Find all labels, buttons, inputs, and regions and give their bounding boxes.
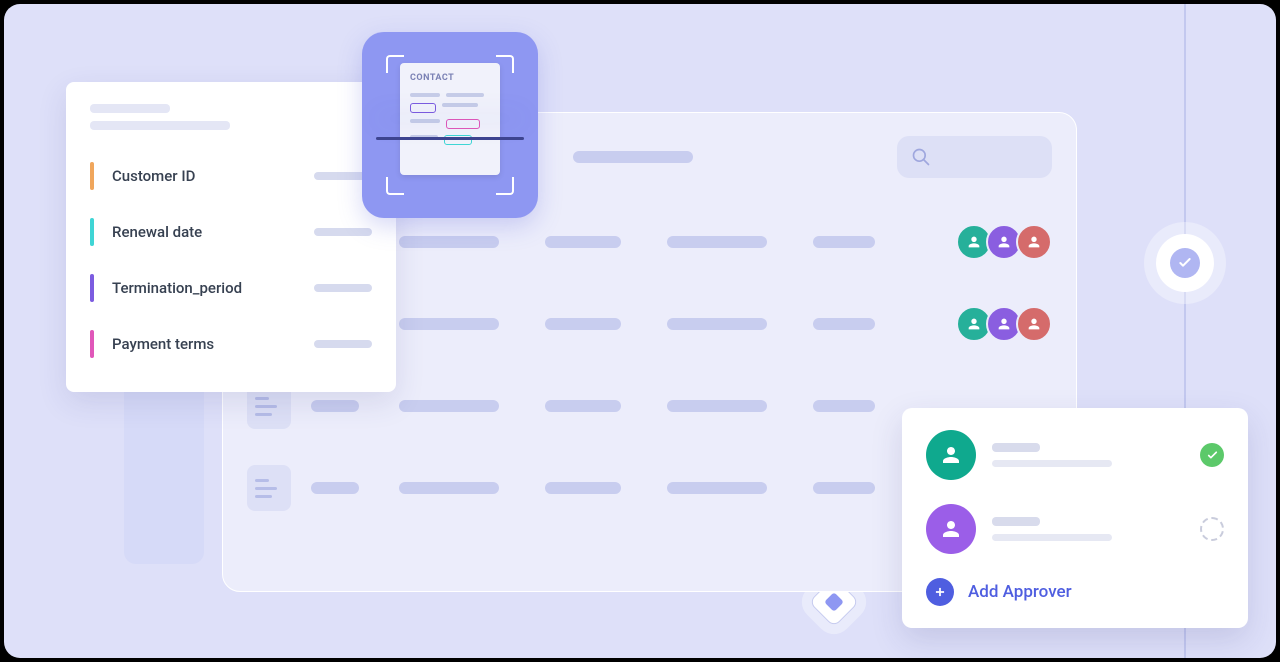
- scan-line: [376, 137, 524, 140]
- color-bar: [90, 330, 94, 358]
- plus-icon: [926, 578, 954, 606]
- color-bar: [90, 162, 94, 190]
- scan-corner: [386, 177, 404, 195]
- panel-subtitle-placeholder: [90, 121, 230, 130]
- approver-subtitle-placeholder: [992, 534, 1112, 541]
- add-approver-label: Add Approver: [968, 582, 1072, 602]
- document-scanner-badge: CONTACT: [362, 32, 538, 218]
- field-value-placeholder: [314, 284, 372, 292]
- approver-avatar: [926, 430, 976, 480]
- color-bar: [90, 218, 94, 246]
- field-label: Customer ID: [112, 167, 314, 185]
- timeline-check-node: [1156, 234, 1214, 292]
- metadata-panel: Customer ID Renewal date Termination_per…: [66, 82, 396, 392]
- metadata-row[interactable]: Termination_period: [90, 260, 372, 316]
- panel-title-placeholder: [90, 104, 170, 113]
- check-circle-icon: [1170, 248, 1200, 278]
- add-approver-button[interactable]: Add Approver: [926, 578, 1224, 606]
- approver-row[interactable]: [926, 430, 1224, 480]
- avatar-icon[interactable]: [1016, 224, 1052, 260]
- approver-name-placeholder: [992, 443, 1040, 452]
- scanned-document: CONTACT: [400, 63, 500, 175]
- avatar-icon[interactable]: [1016, 306, 1052, 342]
- color-bar: [90, 274, 94, 302]
- search-icon: [911, 147, 931, 167]
- row-avatars: [962, 306, 1052, 342]
- metadata-row[interactable]: Customer ID: [90, 148, 372, 204]
- field-value-placeholder: [314, 228, 372, 236]
- search-input[interactable]: [897, 136, 1052, 178]
- status-pending-icon: [1200, 517, 1224, 541]
- status-approved-icon: [1200, 443, 1224, 467]
- approver-subtitle-placeholder: [992, 460, 1112, 467]
- scan-corner: [496, 177, 514, 195]
- doc-thumbnail: [247, 465, 291, 511]
- field-label: Renewal date: [112, 223, 314, 241]
- approver-name-placeholder: [992, 517, 1040, 526]
- doc-type-label: CONTACT: [410, 73, 490, 83]
- row-avatars: [962, 224, 1052, 260]
- approver-avatar: [926, 504, 976, 554]
- metadata-row[interactable]: Payment terms: [90, 316, 372, 372]
- metadata-row[interactable]: Renewal date: [90, 204, 372, 260]
- field-label: Payment terms: [112, 335, 314, 353]
- header-placeholder: [573, 151, 693, 163]
- field-label: Termination_period: [112, 279, 314, 297]
- approver-panel: Add Approver: [902, 408, 1248, 628]
- field-value-placeholder: [314, 340, 372, 348]
- canvas: Customer ID Renewal date Termination_per…: [4, 4, 1276, 658]
- approver-row[interactable]: [926, 504, 1224, 554]
